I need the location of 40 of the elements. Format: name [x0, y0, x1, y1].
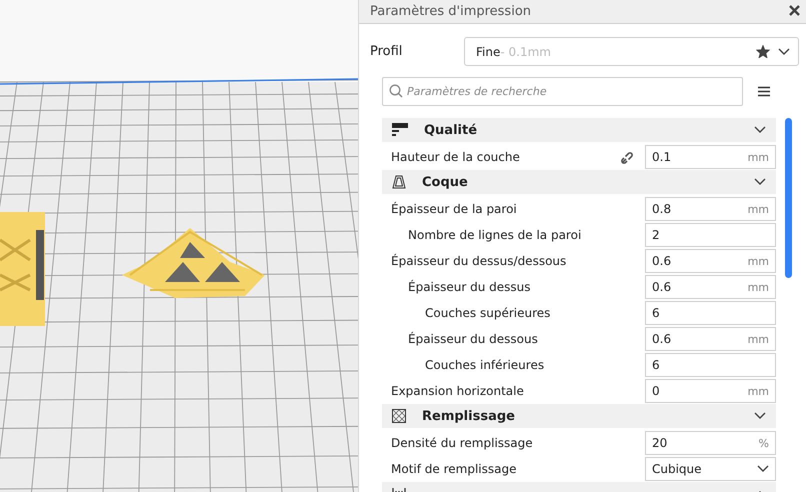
setting-label: Nombre de lignes de la paroi [408, 228, 582, 242]
chevron-down-icon [757, 465, 769, 473]
setting-label: Densité du remplissage [391, 436, 534, 450]
value-field[interactable]: 6 [645, 301, 776, 325]
setting-label: Expansion horizontale [391, 384, 525, 398]
search-field[interactable]: Paramètres de recherche [382, 77, 743, 106]
setting-label: Couches supérieures [425, 306, 552, 320]
section-title: Remplissage [422, 408, 516, 424]
profile-label: Profil [370, 44, 404, 59]
scrollbar[interactable] [785, 118, 792, 278]
value-field[interactable]: 0.8 mm [645, 197, 776, 221]
value-field[interactable]: 0.6 mm [645, 327, 776, 351]
value-field[interactable]: 0 mm [645, 379, 776, 403]
setting-label: Motif de remplissage [391, 462, 518, 476]
setting-label: Épaisseur de la paroi [391, 202, 518, 216]
profile-dropdown[interactable]: Fine- 0.1mm [464, 37, 799, 66]
value-field[interactable]: 0.6 mm [645, 249, 776, 273]
section-header[interactable]: Remplissage [382, 404, 776, 428]
setting-label: Épaisseur du dessus [408, 280, 532, 294]
setting-label: Épaisseur du dessous [408, 332, 539, 346]
section-header[interactable]: Qualité [382, 118, 776, 142]
section-title: Coque [422, 174, 469, 190]
value-field[interactable]: 0.1 mm [645, 145, 776, 169]
value-field[interactable]: 0.6 mm [645, 275, 776, 299]
infill-icon [392, 409, 406, 423]
section-title: Qualité [424, 122, 478, 138]
section-header[interactable]: Coque [382, 170, 776, 194]
chevron-down-icon [778, 48, 790, 56]
panel-title: Paramètres d'impression [370, 4, 532, 19]
layers-icon [392, 123, 408, 137]
setting-label: Couches inférieures [425, 358, 546, 372]
value-field[interactable]: 2 [645, 223, 776, 247]
value-dropdown[interactable]: Cubique [645, 457, 776, 481]
search-icon [389, 84, 403, 98]
setting-label: Épaisseur du dessus/dessous [391, 254, 568, 268]
shell-icon [392, 175, 406, 189]
value-field[interactable]: 6 [645, 353, 776, 377]
value-field[interactable]: 20 % [645, 431, 776, 455]
setting-label: Hauteur de la couche [391, 150, 521, 164]
menu-button[interactable] [755, 84, 773, 99]
